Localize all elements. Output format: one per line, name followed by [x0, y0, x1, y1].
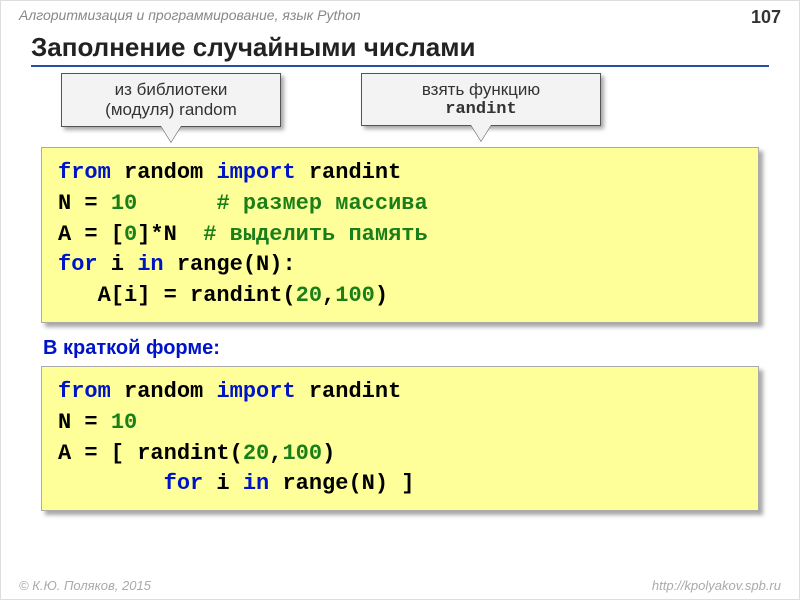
code-token: N =: [58, 191, 111, 216]
code-token: random: [111, 379, 217, 404]
callout-module: из библиотеки (модуля) random: [61, 73, 281, 127]
code-token: i: [98, 252, 138, 277]
code-token: 100: [282, 441, 322, 466]
code-token: from: [58, 160, 111, 185]
code-token: ): [375, 283, 388, 308]
code-token: A[i] = randint(: [58, 283, 296, 308]
code-token: i: [203, 471, 243, 496]
code-token: in: [137, 252, 163, 277]
footer-url: http://kpolyakov.spb.ru: [652, 578, 781, 593]
page-number: 107: [751, 7, 781, 28]
subheading: В краткой форме:: [43, 337, 759, 360]
code-token: [58, 471, 164, 496]
code-token: 10: [111, 410, 137, 435]
code-token: range(N) ]: [269, 471, 414, 496]
code-token: import: [216, 379, 295, 404]
code-token: randint: [296, 379, 402, 404]
code-token: from: [58, 379, 111, 404]
callout-line: randint: [380, 100, 582, 119]
code-token: ]*N: [137, 222, 203, 247]
code-token: 20: [296, 283, 322, 308]
code-token: range(N):: [164, 252, 296, 277]
code-token: N =: [58, 410, 111, 435]
code-token: 100: [335, 283, 375, 308]
course-title: Алгоритмизация и программирование, язык …: [19, 7, 361, 28]
code-token: in: [243, 471, 269, 496]
slide-title: Заполнение случайными числами: [31, 32, 769, 67]
code-block-short: from random import randint N = 10 A = [ …: [41, 366, 759, 511]
code-token: ,: [269, 441, 282, 466]
code-token: A = [ randint(: [58, 441, 243, 466]
code-comment: # выделить память: [203, 222, 427, 247]
code-token: for: [58, 252, 98, 277]
code-token: 0: [124, 222, 137, 247]
code-token: 10: [111, 191, 137, 216]
code-token: randint: [296, 160, 402, 185]
code-token: ): [322, 441, 335, 466]
copyright: © К.Ю. Поляков, 2015: [19, 578, 151, 593]
code-token: random: [111, 160, 217, 185]
code-token: ,: [322, 283, 335, 308]
callout-line: (модуля) random: [80, 100, 262, 120]
callout-function: взять функцию randint: [361, 73, 601, 126]
code-token: A = [: [58, 222, 124, 247]
code-token: for: [164, 471, 204, 496]
code-token: [137, 191, 216, 216]
code-block-main: from random import randint N = 10 # разм…: [41, 147, 759, 323]
code-token: import: [216, 160, 295, 185]
code-comment: # размер массива: [216, 191, 427, 216]
callout-line: взять функцию: [380, 80, 582, 100]
callout-line: из библиотеки: [80, 80, 262, 100]
code-token: 20: [243, 441, 269, 466]
